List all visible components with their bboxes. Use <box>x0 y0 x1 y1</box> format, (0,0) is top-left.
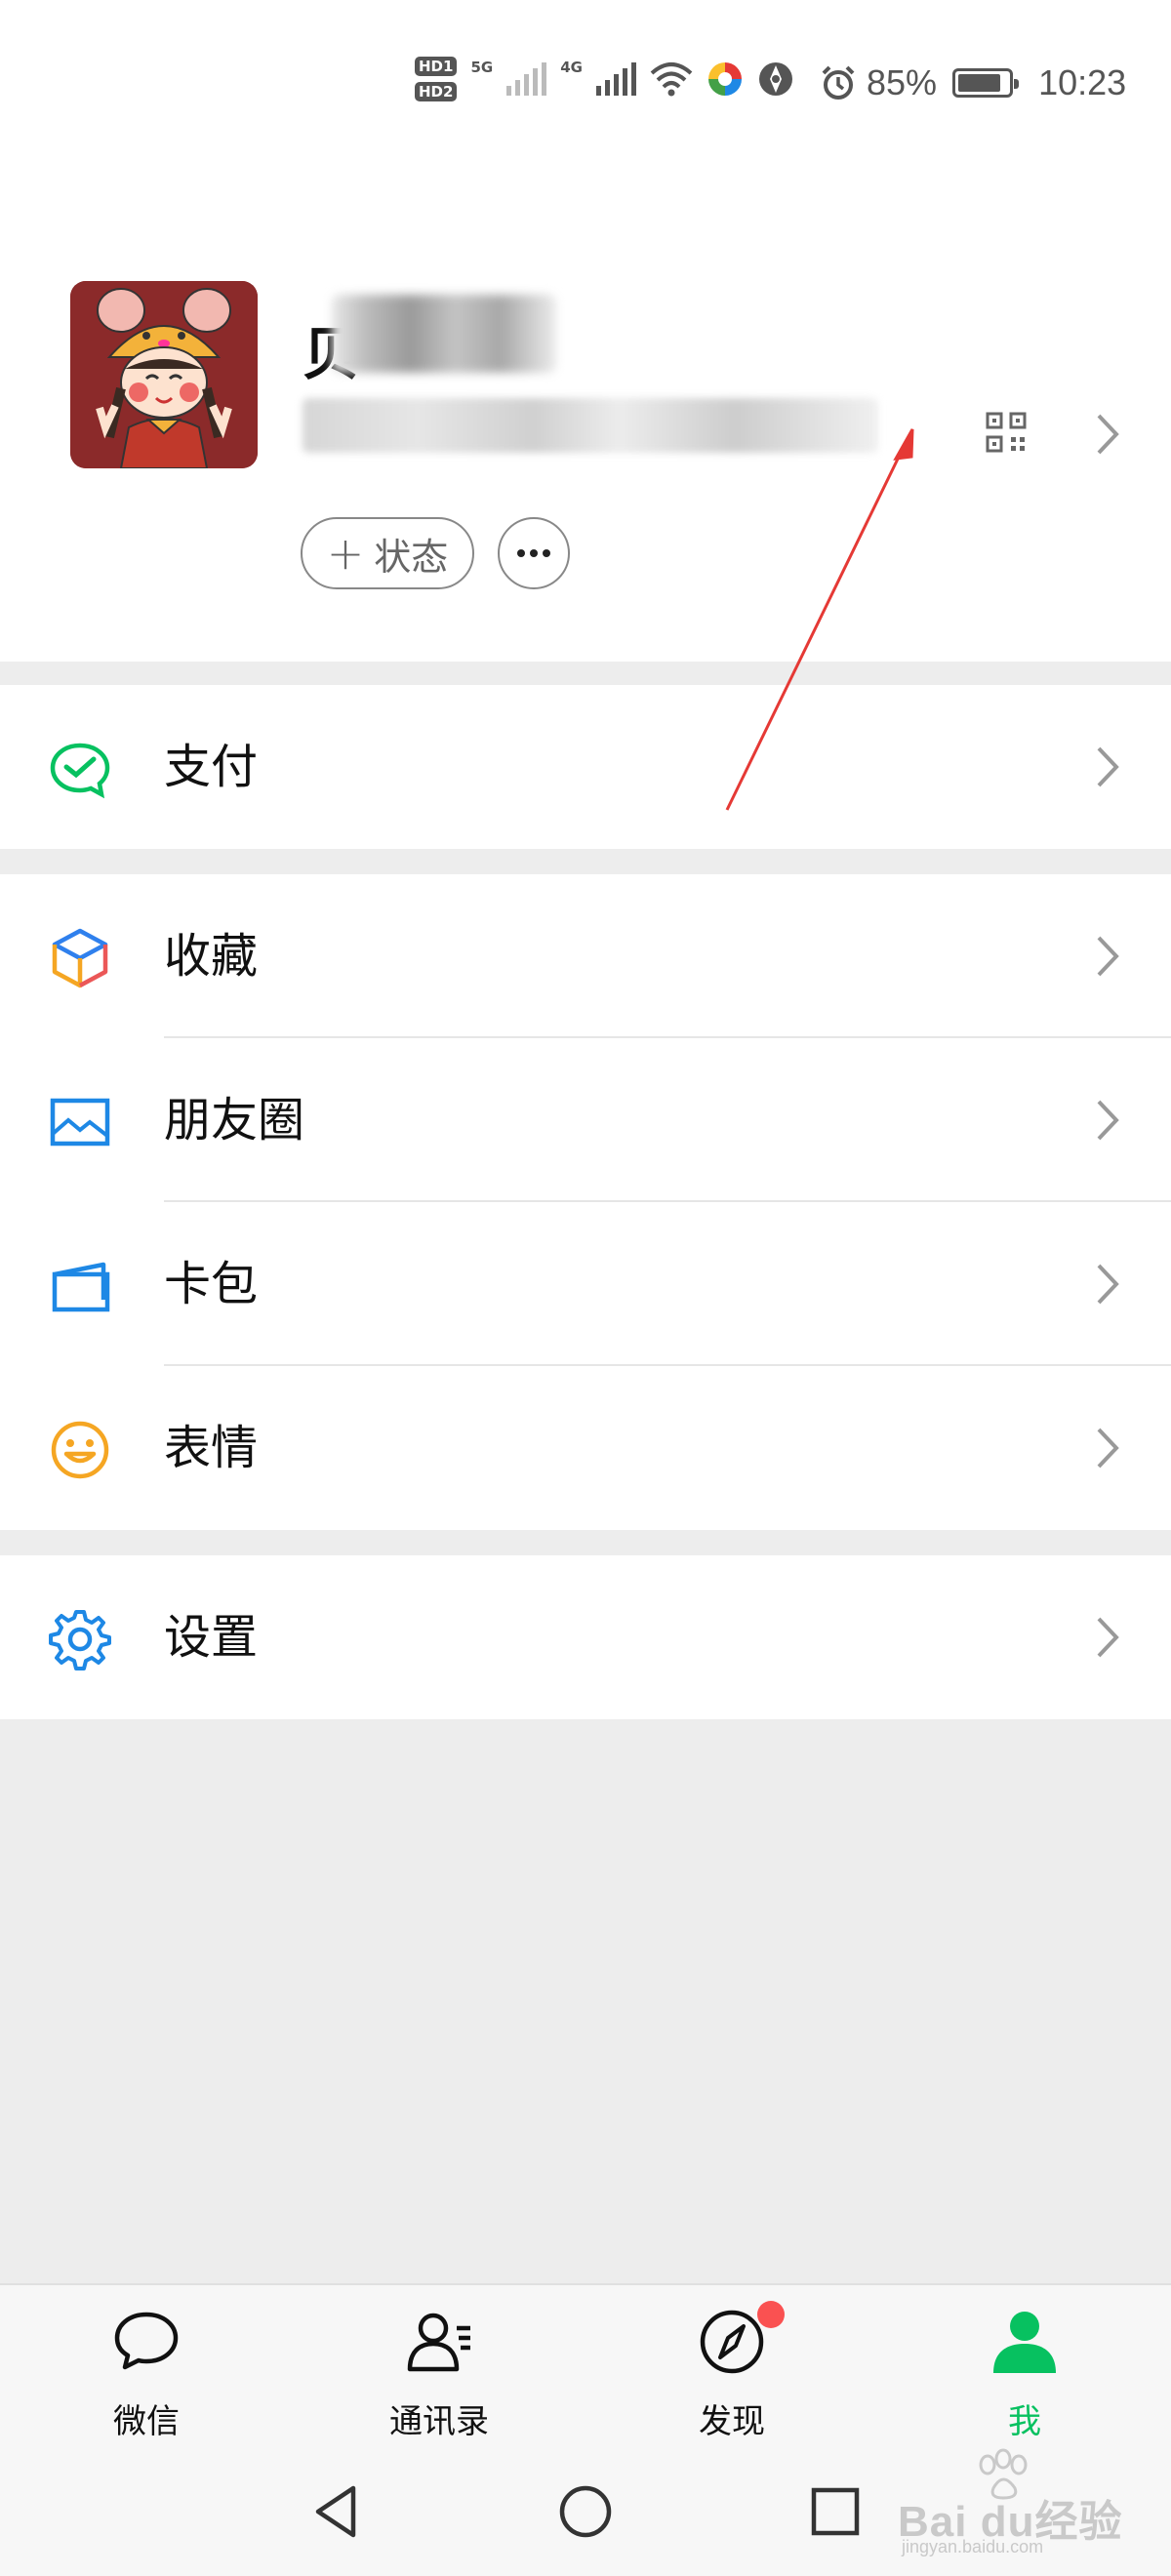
network-4g-label: 4G <box>560 59 583 76</box>
person-icon <box>993 2312 1056 2373</box>
more-button[interactable] <box>498 517 570 589</box>
menu-item-stickers[interactable]: 表情 <box>0 1366 1171 1530</box>
avatar[interactable] <box>70 281 258 468</box>
status-icons-left: HD1 HD2 5G 4G <box>415 57 794 101</box>
menu-item-moments[interactable]: 朋友圈 <box>0 1038 1171 1202</box>
favorites-cube-icon <box>52 928 108 988</box>
smiley-icon <box>51 1421 109 1479</box>
tab-contacts-label: 通讯录 <box>389 2402 489 2441</box>
menu-item-cards[interactable]: 卡包 <box>0 1202 1171 1366</box>
cards-label: 卡包 <box>164 1257 259 1311</box>
dot-icon <box>530 549 538 557</box>
network-5g-label: 5G <box>470 59 494 76</box>
tab-chats-label: 微信 <box>113 2402 180 2441</box>
home-circle-icon[interactable] <box>556 2482 615 2541</box>
hd1-indicator: HD1 <box>415 57 458 76</box>
battery-percent: 85% <box>867 62 938 102</box>
dot-icon <box>543 549 550 557</box>
battery-icon <box>952 68 1020 98</box>
hd2-indicator: HD2 <box>415 82 458 101</box>
bottom-tab-bar: 微信 通讯录 发现 我 <box>0 2283 1171 2449</box>
app-aperture-icon <box>758 62 792 96</box>
chevron-right-icon <box>1097 1617 1119 1658</box>
app-colorful-icon <box>707 62 742 96</box>
wechat-id-blur <box>303 398 878 453</box>
tab-me[interactable]: 我 <box>927 2307 1122 2443</box>
watermark-url: jingyan.baidu.com <box>902 2537 1044 2556</box>
profile-header[interactable]: 贝 + 状态 <box>0 176 1171 662</box>
pay-label: 支付 <box>164 740 259 794</box>
status-bar: HD1 HD2 5G 4G 85% 10:23 <box>0 0 1171 176</box>
menu-item-pay[interactable]: 支付 <box>0 685 1171 849</box>
chevron-right-icon <box>1097 1264 1119 1305</box>
menu-group-pay: 支付 <box>0 685 1171 849</box>
plus-icon: + <box>326 527 365 580</box>
qr-code-icon[interactable] <box>986 412 1027 453</box>
add-status-button[interactable]: + 状态 <box>301 517 474 589</box>
tab-discover[interactable]: 发现 <box>634 2301 829 2443</box>
clock-time: 10:23 <box>1038 62 1127 102</box>
moments-label: 朋友圈 <box>164 1093 305 1147</box>
status-icons-right: 85% 10:23 <box>820 62 1126 103</box>
chevron-right-icon[interactable] <box>1093 412 1122 457</box>
settings-label: 设置 <box>164 1610 259 1665</box>
avatar-illustration <box>70 281 258 468</box>
menu-item-settings[interactable]: 设置 <box>0 1555 1171 1719</box>
discover-badge <box>757 2301 785 2328</box>
tab-me-label: 我 <box>1008 2402 1041 2441</box>
dot-icon <box>517 549 525 557</box>
chevron-right-icon <box>1097 1428 1119 1469</box>
wechat-me-screen: { "status_bar": { "hd1": "HD1", "hd2": "… <box>0 0 1171 2576</box>
status-button-label: 状态 <box>374 535 449 579</box>
favorites-label: 收藏 <box>164 929 259 984</box>
alarm-icon <box>822 65 855 100</box>
menu-group-main: 收藏 朋友圈 卡包 表情 <box>0 874 1171 1530</box>
menu-group-settings: 设置 <box>0 1555 1171 1719</box>
nickname-area: 贝 <box>303 289 556 387</box>
signal-bars-2-icon <box>595 62 636 96</box>
hd-indicators: HD1 HD2 <box>415 57 458 101</box>
back-triangle-icon[interactable] <box>306 2482 365 2541</box>
chat-bubble-icon <box>114 2312 179 2370</box>
signal-bars-1-icon <box>506 62 547 96</box>
recents-square-icon[interactable] <box>806 2482 865 2541</box>
moments-picture-icon <box>50 1098 110 1147</box>
baidu-jingyan-watermark: Bai du经验 jingyan.baidu.com <box>898 2447 1132 2556</box>
gear-icon <box>49 1610 111 1670</box>
menu-item-favorites[interactable]: 收藏 <box>0 874 1171 1038</box>
tab-chats[interactable]: 微信 <box>49 2307 244 2443</box>
tab-discover-label: 发现 <box>699 2402 765 2441</box>
compass-icon <box>700 2310 764 2374</box>
nickname-blur <box>332 295 556 373</box>
chevron-right-icon <box>1097 746 1119 787</box>
wifi-icon <box>650 62 693 97</box>
battery-level-fill <box>958 74 1000 92</box>
card-wallet-icon <box>52 1262 110 1312</box>
wechat-pay-icon <box>50 743 110 799</box>
tab-contacts[interactable]: 通讯录 <box>342 2307 537 2443</box>
chevron-right-icon <box>1097 1100 1119 1141</box>
chevron-right-icon <box>1097 936 1119 977</box>
stickers-label: 表情 <box>164 1421 259 1475</box>
contacts-icon <box>407 2313 470 2372</box>
